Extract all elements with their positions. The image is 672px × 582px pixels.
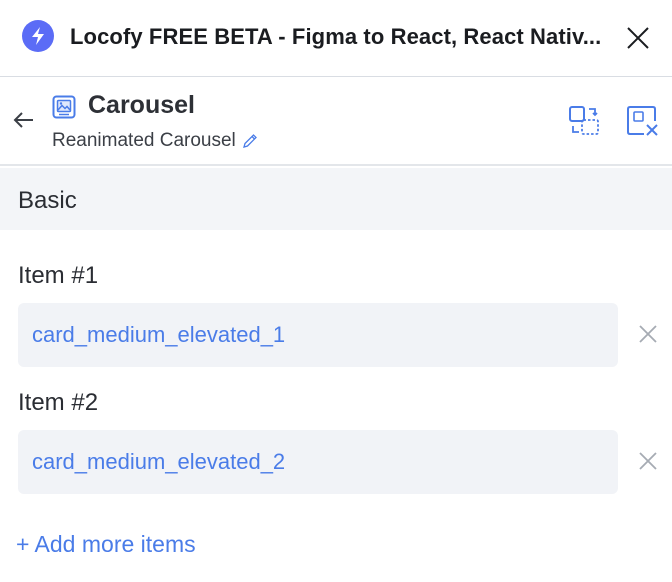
item-value: card_medium_elevated_2 <box>32 449 286 474</box>
item-field[interactable]: card_medium_elevated_1 <box>18 303 618 367</box>
remove-component-icon[interactable] <box>626 104 660 138</box>
item-label: Item #1 <box>18 262 99 289</box>
component-title: Carousel <box>88 91 195 119</box>
close-icon[interactable] <box>622 22 654 54</box>
arrow-left-icon[interactable] <box>10 106 38 134</box>
item-value: card_medium_elevated_1 <box>32 322 286 347</box>
close-icon[interactable] <box>634 320 662 348</box>
component-subtitle: Reanimated Carousel <box>52 130 258 152</box>
bolt-icon <box>22 20 54 52</box>
window-title: Locofy FREE BETA - Figma to React, React… <box>70 24 602 49</box>
swap-component-icon[interactable] <box>568 104 602 138</box>
item-field[interactable]: card_medium_elevated_2 <box>18 430 618 494</box>
close-icon[interactable] <box>634 447 662 475</box>
component-header: Carousel Reanimated Carousel <box>0 78 672 166</box>
component-subtitle-text: Reanimated Carousel <box>52 130 236 151</box>
item-label: Item #2 <box>18 389 99 416</box>
section-title: Basic <box>18 187 77 214</box>
plugin-titlebar: Locofy FREE BETA - Figma to React, React… <box>0 0 672 77</box>
add-more-items-link[interactable]: + Add more items <box>16 531 196 558</box>
image-gallery-icon <box>52 95 76 119</box>
pencil-icon[interactable] <box>242 133 258 149</box>
section-basic[interactable]: Basic <box>0 168 672 230</box>
